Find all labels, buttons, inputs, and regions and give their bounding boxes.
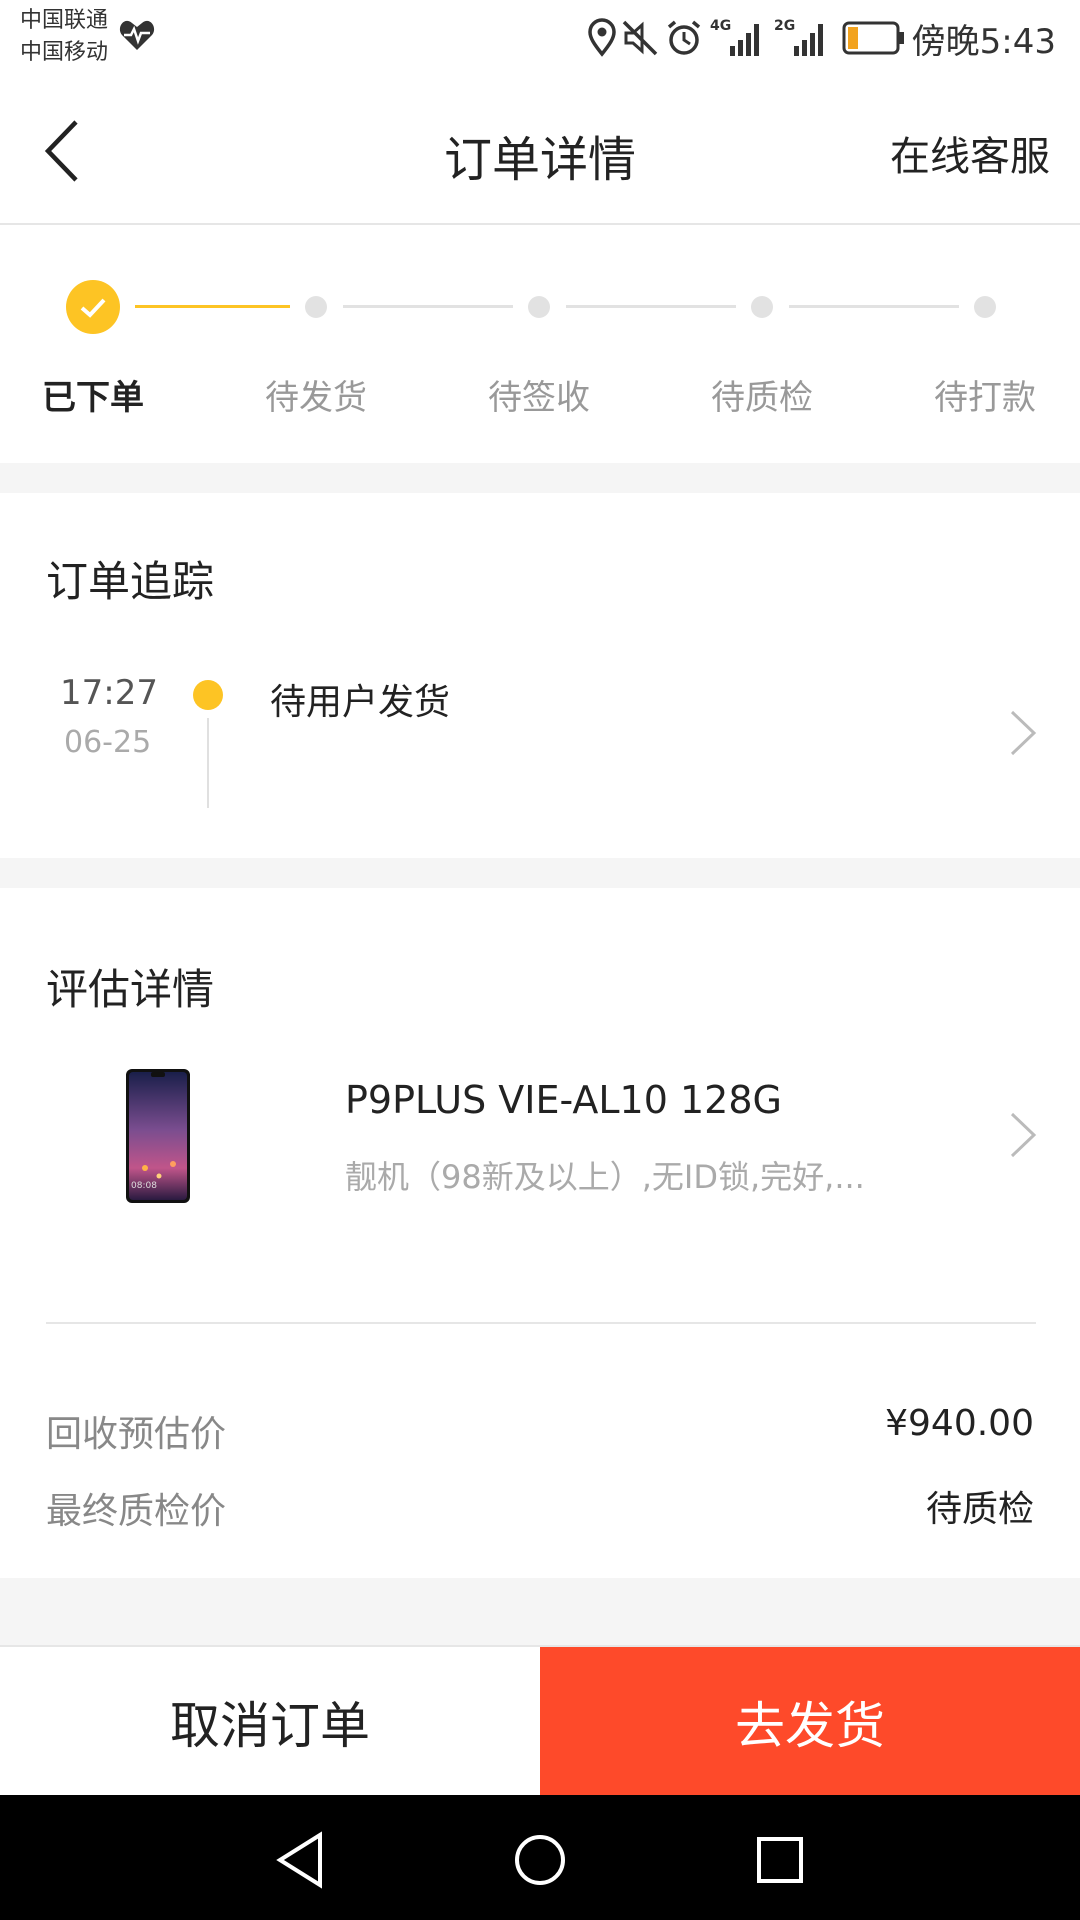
step-dot-3 — [528, 296, 550, 318]
product-desc: 靓机（98新及以上）,无ID锁,完好,... — [345, 1158, 865, 1196]
evaluation-section: 评估详情 08:08 P9PLUS VIE-AL10 128G 靓机（98新及以… — [0, 888, 1080, 1578]
order-progress: 已下单 待发货 待签收 待质检 待打款 — [0, 225, 1080, 463]
heart-rate-icon — [119, 20, 155, 50]
system-home-button[interactable] — [500, 1825, 580, 1895]
nav-bar: 订单详情 在线客服 — [0, 78, 1080, 225]
carrier-2: 中国移动 — [20, 40, 109, 65]
tracking-dot — [193, 680, 223, 710]
triangle-back-icon — [276, 1831, 322, 1889]
final-price-value: 待质检 — [925, 1489, 1034, 1530]
chevron-right-icon — [1010, 1112, 1037, 1158]
estimate-value: ¥940.00 — [885, 1403, 1034, 1444]
progress-line-3 — [566, 305, 736, 308]
order-tracking-section: 订单追踪 17:27 06-25 待用户发货 — [0, 493, 1080, 858]
tracking-timeline — [207, 718, 209, 808]
mute-icon — [622, 20, 658, 56]
evaluation-title: 评估详情 — [46, 965, 215, 1014]
chevron-right-icon — [1010, 710, 1037, 756]
step-dot-2 — [305, 296, 327, 318]
step-dot-4 — [751, 296, 773, 318]
step-done-check-icon — [66, 280, 120, 334]
tracking-entry[interactable]: 17:27 06-25 待用户发货 — [0, 643, 1080, 823]
footer-actions: 取消订单 去发货 — [0, 1645, 1080, 1797]
battery-icon — [842, 21, 904, 55]
estimate-label: 回收预估价 — [46, 1414, 227, 1455]
status-time: 傍晚5:43 — [911, 22, 1056, 62]
final-price-label: 最终质检价 — [46, 1491, 227, 1532]
step-label-to-inspect: 待质检 — [711, 378, 813, 418]
system-back-button[interactable] — [260, 1825, 340, 1895]
alarm-icon — [667, 20, 701, 55]
signal-2g-icon: 2G — [772, 18, 828, 58]
location-icon — [588, 18, 616, 57]
progress-line-4 — [789, 305, 959, 308]
tracking-title: 订单追踪 — [46, 557, 215, 606]
tracking-date: 06-25 — [64, 725, 152, 760]
product-name: P9PLUS VIE-AL10 128G — [345, 1078, 782, 1122]
product-card[interactable]: 08:08 P9PLUS VIE-AL10 128G 靓机（98新及以上）,无I… — [0, 1068, 1080, 1238]
back-button[interactable] — [36, 116, 96, 186]
signal-4g-icon: 4G — [708, 18, 764, 58]
progress-line-2 — [343, 305, 513, 308]
square-recents-icon — [757, 1837, 803, 1883]
product-phone-image: 08:08 — [126, 1069, 190, 1203]
tracking-time: 17:27 — [60, 673, 158, 713]
online-service-button[interactable]: 在线客服 — [890, 124, 1050, 182]
carrier-1: 中国联通 — [20, 8, 109, 33]
system-recents-button[interactable] — [740, 1825, 820, 1895]
circle-home-icon — [515, 1835, 565, 1885]
divider — [46, 1322, 1036, 1324]
chevron-left-icon — [44, 120, 78, 182]
status-bar: 中国联通 中国移动 4G 2G 傍晚5:43 — [0, 0, 1080, 78]
progress-line-1 — [135, 305, 290, 308]
ship-button[interactable]: 去发货 — [540, 1647, 1080, 1797]
system-nav-bar — [0, 1795, 1080, 1920]
step-label-to-sign: 待签收 — [488, 378, 590, 418]
step-label-to-ship: 待发货 — [265, 378, 367, 418]
step-label-to-pay: 待打款 — [934, 378, 1036, 418]
cancel-order-button[interactable]: 取消订单 — [0, 1647, 540, 1797]
phone-screen-clock: 08:08 — [131, 1181, 157, 1191]
step-label-ordered: 已下单 — [42, 378, 144, 418]
tracking-status: 待用户发货 — [270, 682, 451, 723]
step-dot-5 — [974, 296, 996, 318]
